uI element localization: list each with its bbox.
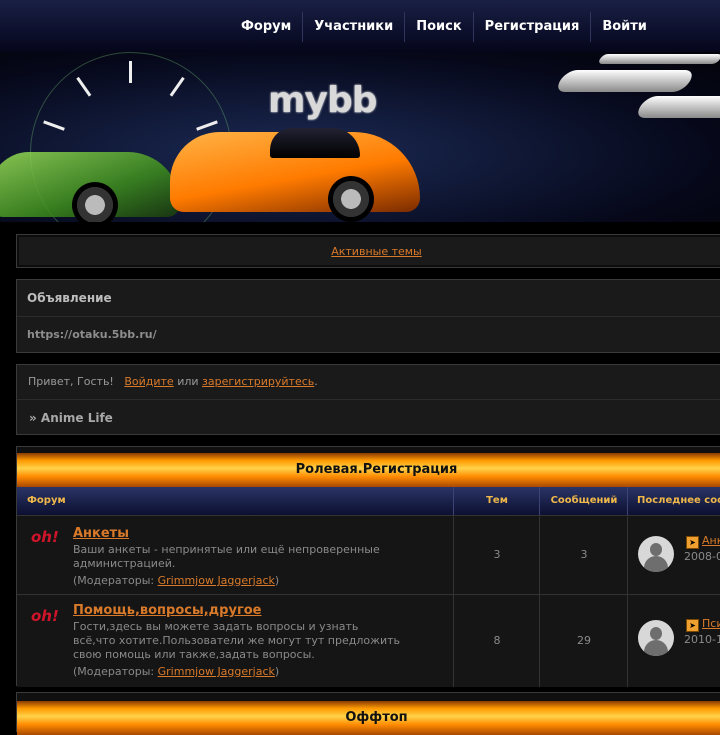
announcement-text: https://otaku.5bb.ru/ — [27, 328, 157, 341]
gauge-tick — [43, 120, 65, 131]
gauge-tick — [169, 76, 185, 97]
posts-count: 29 — [539, 595, 628, 687]
column-last-post: Последнее сооб — [627, 487, 720, 515]
top-navigation: Форум Участники Поиск Регистрация Войти — [0, 0, 720, 52]
gauge-tick — [196, 120, 218, 131]
topics-count: 3 — [453, 516, 540, 594]
posts-count: 3 — [539, 516, 628, 594]
forum-description: Ваши анкеты - непринятые или ещё непрове… — [73, 543, 380, 570]
forum-row: oh! Анкеты Ваши анкеты - непринятые или … — [17, 515, 720, 594]
go-to-post-icon[interactable]: ➤ — [686, 619, 699, 632]
moderators-close: ) — [274, 665, 280, 678]
forum-status-icon: oh! — [31, 607, 59, 625]
moderator-link[interactable]: Grimmjow Jaggerjack — [158, 574, 275, 587]
nav-register[interactable]: Регистрация — [472, 12, 591, 42]
welcome-box: Привет, Гость! Войдите или зарегистрируй… — [16, 364, 720, 435]
active-topics-link[interactable]: Активные темы — [331, 245, 422, 258]
welcome-line: Привет, Гость! Войдите или зарегистрируй… — [17, 365, 720, 400]
gauge-tick — [129, 61, 132, 83]
category-roleplay: Ролевая.Регистрация Форум Тем Сообщений … — [16, 446, 720, 687]
chrome-stripe — [553, 70, 697, 92]
user-avatar-icon — [638, 536, 674, 572]
user-avatar-icon — [638, 620, 674, 656]
forum-name-link[interactable]: Анкеты — [73, 526, 129, 541]
last-post-date: 2008-0 — [684, 550, 720, 563]
column-topics: Тем — [453, 487, 540, 515]
forum-status-icon: oh! — [31, 528, 59, 546]
gauge-tick — [76, 76, 92, 97]
last-post-cell: ➤ Пси 2010-1 — [627, 595, 720, 687]
car-wheel — [72, 182, 118, 222]
go-to-post-icon[interactable]: ➤ — [686, 536, 699, 549]
nav-members[interactable]: Участники — [302, 12, 404, 42]
moderators-label: (Модераторы: — [73, 665, 158, 678]
header-banner: mybb — [0, 52, 720, 222]
nav-login[interactable]: Войти — [590, 12, 658, 42]
nav-menu: Форум Участники Поиск Регистрация Войти — [230, 12, 658, 42]
forum-row: oh! Помощь,вопросы,другое Гости,здесь вы… — [17, 594, 720, 687]
active-topics-bar: Активные темы — [16, 234, 720, 268]
moderators-close: ) — [274, 574, 280, 587]
car-wheel — [328, 176, 374, 222]
last-post-link[interactable]: Пси — [702, 617, 720, 630]
column-posts: Сообщений — [539, 487, 628, 515]
nav-forum[interactable]: Форум — [230, 12, 302, 42]
register-link[interactable]: зарегистрируйтесь — [202, 375, 314, 388]
last-post-link[interactable]: Анк — [702, 534, 720, 547]
forum-moderators: (Модераторы: Grimmjow Jaggerjack) — [73, 574, 279, 587]
nav-search[interactable]: Поиск — [404, 12, 472, 42]
greeting-text: Привет, Гость! — [28, 375, 114, 388]
forum-moderators: (Модераторы: Grimmjow Jaggerjack) — [73, 665, 279, 678]
topics-count: 8 — [453, 595, 540, 687]
category-title[interactable]: Оффтоп — [17, 701, 720, 735]
breadcrumb[interactable]: » Anime Life — [17, 400, 720, 436]
category-offtopic: Оффтоп — [16, 692, 720, 735]
announcement-box: Объявление https://otaku.5bb.ru/ — [16, 279, 720, 353]
login-link[interactable]: Войдите — [124, 375, 173, 388]
chrome-stripe — [597, 54, 720, 64]
last-post-date: 2010-1 — [684, 633, 720, 646]
chrome-stripe — [633, 96, 720, 118]
announcement-title: Объявление — [17, 280, 720, 317]
site-logo: mybb — [268, 80, 378, 121]
or-text: или — [177, 375, 199, 388]
category-title[interactable]: Ролевая.Регистрация — [17, 453, 720, 487]
forum-table-header: Форум Тем Сообщений Последнее сооб — [17, 487, 720, 515]
forum-name-link[interactable]: Помощь,вопросы,другое — [73, 603, 262, 618]
period-text: . — [314, 375, 318, 388]
forum-description: Гости,здесь вы можете задать вопросы и у… — [73, 620, 401, 661]
moderator-link[interactable]: Grimmjow Jaggerjack — [158, 665, 275, 678]
car-window — [270, 128, 360, 158]
column-forum: Форум — [27, 495, 66, 506]
moderators-label: (Модераторы: — [73, 574, 158, 587]
last-post-cell: ➤ Анк 2008-0 — [627, 516, 720, 594]
